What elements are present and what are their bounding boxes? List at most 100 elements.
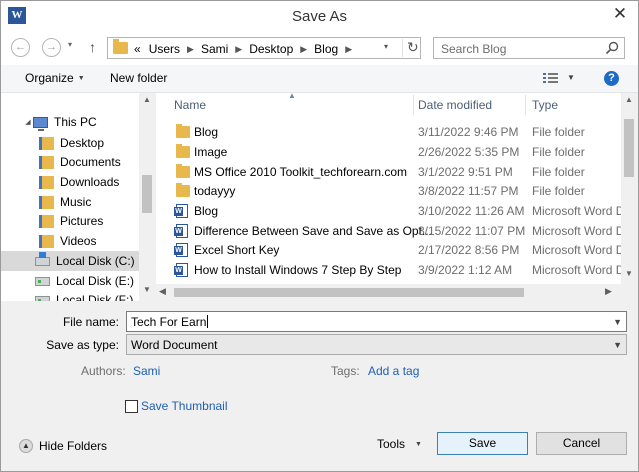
file-row[interactable]: Blog 3/11/2022 9:46 PM File folder	[156, 122, 622, 142]
folder-icon	[176, 183, 190, 197]
scroll-left-icon[interactable]: ◀	[159, 286, 166, 297]
nav-item-label: Local Disk (E:)	[56, 274, 135, 288]
nav-item-this-pc[interactable]: ◢ This PC	[1, 112, 139, 132]
hide-folders-label: Hide Folders	[39, 439, 108, 453]
authors-value[interactable]: Sami	[133, 364, 160, 378]
file-row[interactable]: MS Office 2010 Toolkit_techforearn.com 3…	[156, 162, 622, 182]
nav-item-label: Videos	[60, 234, 97, 248]
help-icon[interactable]: ?	[604, 71, 619, 86]
folder-icon	[176, 144, 190, 158]
scroll-down-icon[interactable]: ▼	[143, 285, 151, 294]
breadcrumb-blog[interactable]: Blog	[314, 42, 338, 56]
nav-item-downloads[interactable]: Downloads	[1, 172, 139, 192]
file-row[interactable]: todayyy 3/8/2022 11:57 PM File folder	[156, 181, 622, 201]
column-header-type[interactable]: Type	[532, 93, 558, 117]
caret-down-icon: ▼	[415, 441, 422, 448]
new-folder-button[interactable]: New folder	[110, 71, 167, 85]
folder-icon	[39, 214, 54, 228]
nav-item-label: Documents	[60, 155, 121, 169]
chevron-down-icon[interactable]: ▼	[613, 317, 622, 327]
address-overflow-button[interactable]: «	[134, 42, 141, 56]
scrollbar-thumb[interactable]	[624, 119, 634, 177]
chevron-right-icon[interactable]: ▶	[235, 44, 242, 55]
add-tag-link[interactable]: Add a tag	[368, 364, 419, 378]
file-date: 3/9/2022 1:12 AM	[418, 263, 513, 277]
save-thumbnail-label[interactable]: Save Thumbnail	[141, 399, 228, 413]
nav-item-local-disk-f[interactable]: Local Disk (F:)	[1, 290, 139, 301]
tools-button[interactable]: Tools ▼	[377, 437, 422, 451]
file-list-vertical-scrollbar[interactable]: ▲ ▼	[621, 93, 638, 284]
scrollbar-thumb[interactable]	[142, 175, 152, 213]
file-list-horizontal-scrollbar[interactable]: ◀ ▶	[156, 284, 638, 301]
chevron-right-icon[interactable]: ▶	[345, 44, 352, 55]
organize-button[interactable]: Organize ▼	[25, 71, 85, 85]
folder-icon	[113, 39, 128, 54]
scroll-right-icon[interactable]: ▶	[605, 286, 612, 297]
file-row[interactable]: Excel Short Key 2/17/2022 8:56 PM Micros…	[156, 240, 625, 260]
column-header-date-modified[interactable]: Date modified	[418, 93, 492, 117]
file-date: 3/10/2022 11:26 AM	[418, 204, 525, 218]
address-bar[interactable]: « Users ▶ Sami ▶ Desktop ▶ Blog ▶ ▾ ↻	[107, 37, 421, 59]
computer-icon	[33, 116, 48, 131]
close-button[interactable]: ✕	[608, 4, 632, 24]
hide-folders-button[interactable]: ▲ Hide Folders	[19, 439, 107, 453]
view-dropdown-button[interactable]: ▼	[567, 73, 575, 82]
file-type: File folder	[532, 184, 585, 198]
column-divider[interactable]	[413, 95, 414, 115]
save-as-type-value: Word Document	[131, 338, 218, 352]
file-row[interactable]: Image 2/26/2022 5:35 PM File folder	[156, 142, 622, 162]
file-type: File folder	[532, 145, 585, 159]
file-type: Microsoft Word D	[532, 224, 625, 238]
file-date: 2/17/2022 8:56 PM	[418, 243, 520, 257]
file-name: Blog	[194, 125, 219, 139]
nav-item-local-disk-e[interactable]: Local Disk (E:)	[1, 271, 139, 291]
nav-item-label: Downloads	[60, 175, 120, 189]
view-options-icon[interactable]	[543, 72, 559, 84]
file-row[interactable]: Difference Between Save and Save as Opt.…	[156, 221, 625, 241]
nav-item-label: This PC	[54, 115, 97, 129]
breadcrumb-users[interactable]: Users	[149, 42, 180, 56]
up-button[interactable]: ↑	[89, 39, 96, 55]
address-dropdown-button[interactable]: ▾	[384, 42, 388, 51]
file-name-label: File name:	[62, 315, 119, 329]
file-type: Microsoft Word D	[532, 243, 625, 257]
file-row[interactable]: How to Install Windows 7 Step By Step 3/…	[156, 260, 624, 280]
file-name: How to Install Windows 7 Step By Step	[194, 263, 402, 277]
refresh-button[interactable]: ↻	[402, 39, 419, 57]
collapse-icon[interactable]: ◢	[23, 118, 33, 126]
file-date: 2/26/2022 5:35 PM	[418, 145, 520, 159]
scroll-up-icon[interactable]: ▲	[625, 95, 633, 104]
search-input[interactable]: Search Blog	[433, 37, 625, 59]
chevron-right-icon[interactable]: ▶	[300, 44, 307, 55]
scrollbar-thumb[interactable]	[174, 288, 524, 297]
word-doc-icon	[174, 243, 188, 257]
column-header-name[interactable]: Name	[174, 93, 206, 117]
nav-item-label: Music	[60, 195, 92, 209]
save-as-type-select[interactable]: Word Document ▼	[126, 334, 627, 355]
file-row[interactable]: Blog 3/10/2022 11:26 AM Microsoft Word D	[156, 201, 624, 221]
nav-item-local-disk-c[interactable]: Local Disk (C:)	[1, 251, 139, 271]
back-button[interactable]: ←	[11, 38, 30, 57]
chevron-right-icon[interactable]: ▶	[187, 44, 194, 55]
forward-button[interactable]: →	[42, 38, 61, 57]
cancel-button[interactable]: Cancel	[536, 432, 627, 455]
nav-pane-scrollbar[interactable]: ▲ ▼	[139, 93, 156, 301]
folder-icon	[39, 136, 54, 150]
save-button[interactable]: Save	[437, 432, 528, 455]
nav-item-documents[interactable]: Documents	[1, 152, 139, 172]
save-thumbnail-checkbox[interactable]	[125, 400, 138, 413]
nav-item-videos[interactable]: Videos	[1, 231, 139, 251]
file-name-input[interactable]: Tech For Earn ▼	[126, 311, 627, 332]
column-divider[interactable]	[525, 95, 526, 115]
recent-locations-button[interactable]: ▾	[68, 40, 72, 49]
scroll-up-icon[interactable]: ▲	[143, 95, 151, 104]
scroll-down-icon[interactable]: ▼	[625, 269, 633, 278]
nav-item-desktop[interactable]: Desktop	[1, 133, 139, 153]
breadcrumb-sami[interactable]: Sami	[201, 42, 228, 56]
word-doc-icon	[174, 263, 188, 277]
file-name: Blog	[194, 204, 219, 218]
word-doc-icon	[174, 224, 188, 238]
nav-item-pictures[interactable]: Pictures	[1, 211, 139, 231]
nav-item-music[interactable]: Music	[1, 192, 139, 212]
breadcrumb-desktop[interactable]: Desktop	[249, 42, 293, 56]
